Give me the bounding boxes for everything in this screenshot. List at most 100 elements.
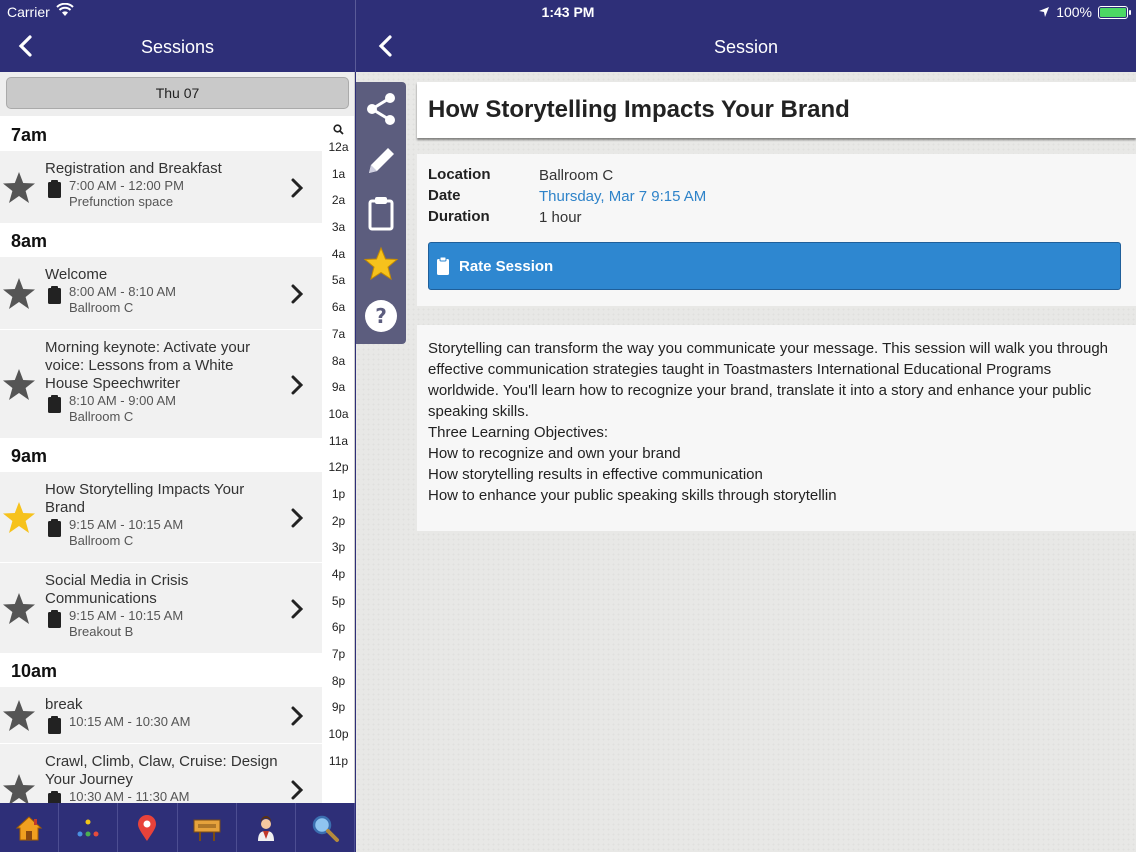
session-title: Social Media in Crisis Communications: [45, 572, 189, 607]
clock-label: 1:43 PM: [541, 4, 595, 20]
session-row[interactable]: break 10:15 AM - 10:30 AM: [0, 687, 322, 744]
star-icon[interactable]: [2, 592, 36, 626]
hour-index-item[interactable]: 4a: [322, 241, 354, 268]
hour-header: 8am: [0, 224, 322, 257]
help-icon[interactable]: ?: [363, 298, 399, 334]
session-row[interactable]: Welcome 8:00 AM - 8:10 AM Ballroom C: [0, 257, 322, 330]
date-value[interactable]: Thursday, Mar 7 9:15 AM: [539, 188, 706, 205]
duration-label: Duration: [428, 208, 490, 225]
session-time: 7:00 AM - 12:00 PM: [69, 178, 184, 193]
tab-events[interactable]: [178, 803, 237, 852]
session-title: break: [45, 696, 83, 713]
day-selector-button[interactable]: Thu 07: [6, 77, 349, 109]
hour-index-item[interactable]: 2p: [322, 508, 354, 535]
tab-search[interactable]: [296, 803, 356, 852]
chevron-right-icon: [291, 780, 304, 799]
session-title: Morning keynote: Activate your voice: Le…: [45, 339, 251, 392]
hour-index-item[interactable]: 5p: [322, 588, 354, 615]
hour-index-item[interactable]: 9a: [322, 374, 354, 401]
hour-index-item[interactable]: 5a: [322, 267, 354, 294]
hour-index-item[interactable]: 1a: [322, 161, 354, 188]
nav-divider: [355, 0, 356, 72]
session-time: 8:00 AM - 8:10 AM: [69, 284, 176, 299]
left-nav-title: Sessions: [140, 37, 215, 57]
star-icon[interactable]: [2, 368, 36, 402]
session-time: 8:10 AM - 9:00 AM: [69, 393, 176, 408]
session-title-card: How Storytelling Impacts Your Brand: [417, 82, 1136, 138]
session-info-card: Location Ballroom C Date Thursday, Mar 7…: [417, 154, 1136, 306]
share-icon[interactable]: [363, 91, 399, 127]
tab-dots[interactable]: [59, 803, 119, 852]
star-icon[interactable]: [2, 171, 36, 205]
hour-index-item[interactable]: 7p: [322, 641, 354, 668]
hour-index-item[interactable]: 6p: [322, 614, 354, 641]
clipboard-icon[interactable]: [363, 195, 399, 231]
chevron-right-icon: [291, 178, 304, 197]
hour-index-item[interactable]: 1p: [322, 481, 354, 508]
tab-people[interactable]: [237, 803, 296, 852]
action-toolbar: ?: [356, 82, 406, 344]
rate-session-button[interactable]: Rate Session: [428, 242, 1121, 290]
objective-item: How to enhance your public speaking skil…: [428, 487, 837, 504]
hour-index-item[interactable]: 3a: [322, 214, 354, 241]
location-value: Ballroom C: [539, 167, 614, 184]
session-row[interactable]: Crawl, Climb, Claw, Cruise: Design Your …: [0, 744, 322, 803]
hour-index-item[interactable]: 3p: [322, 534, 354, 561]
objective-item: How to recognize and own your brand: [428, 445, 681, 462]
left-back-button[interactable]: [14, 34, 38, 58]
hour-index-item[interactable]: 9p: [322, 694, 354, 721]
hour-index-item[interactable]: 2a: [322, 187, 354, 214]
chevron-right-icon: [291, 508, 304, 527]
hour-index-item[interactable]: 10p: [322, 721, 354, 748]
hour-index: 12a 1a 2a 3a 4a 5a 6a 7a 8a 9a 10a 11a 12p 1p 2p 3p 4p 5p…: [322, 118, 354, 775]
index-search-icon[interactable]: [322, 118, 354, 135]
star-icon[interactable]: [2, 773, 36, 804]
clipboard-icon: [48, 286, 61, 304]
hour-header: 9am: [0, 439, 322, 472]
hour-header: 7am: [0, 118, 322, 151]
clipboard-icon: [48, 395, 61, 413]
hour-index-item[interactable]: 11p: [322, 748, 354, 775]
star-icon[interactable]: [363, 246, 399, 282]
session-time: 9:15 AM - 10:15 AM: [69, 517, 184, 532]
hour-index-item[interactable]: 4p: [322, 561, 354, 588]
session-title: How Storytelling Impacts Your Brand: [45, 481, 245, 516]
description-paragraph: Storytelling can transform the way you c…: [428, 340, 1109, 420]
session-location: Ballroom C: [69, 409, 134, 424]
hour-index-item[interactable]: 7a: [322, 321, 354, 348]
home-icon: [15, 816, 43, 841]
event-sign-icon: [193, 819, 221, 841]
battery-percent: 100%: [1056, 4, 1092, 20]
star-icon[interactable]: [2, 699, 36, 733]
chevron-right-icon: [291, 375, 304, 394]
session-time: 9:15 AM - 10:15 AM: [69, 608, 184, 623]
hour-index-item[interactable]: 11a: [322, 428, 354, 455]
day-bar: Thu 07: [0, 72, 354, 116]
session-row[interactable]: Registration and Breakfast 7:00 AM - 12:0…: [0, 151, 322, 224]
session-row[interactable]: Social Media in Crisis Communications 9:1…: [0, 563, 322, 654]
star-icon[interactable]: [2, 277, 36, 311]
session-row[interactable]: How Storytelling Impacts Your Brand 9:15 …: [0, 472, 322, 563]
tab-map[interactable]: [118, 803, 178, 852]
hour-index-item[interactable]: 10a: [322, 401, 354, 428]
clipboard-icon: [48, 610, 61, 628]
location-arrow-icon: [1039, 7, 1050, 17]
session-detail-pane: ? How Storytelling Impacts Your Brand Lo…: [356, 72, 1136, 852]
star-icon[interactable]: [2, 501, 36, 535]
hour-index-item[interactable]: 8p: [322, 668, 354, 695]
session-location: Prefunction space: [69, 194, 174, 209]
tab-home[interactable]: [0, 803, 60, 852]
session-time: 10:30 AM - 11:30 AM: [69, 789, 190, 803]
hour-index-item[interactable]: 12a: [322, 134, 354, 161]
session-row[interactable]: Morning keynote: Activate your voice: Le…: [0, 330, 322, 439]
hour-index-item[interactable]: 12p: [322, 454, 354, 481]
session-list: 7am Registration and Breakfast 7:00 AM - 1…: [0, 118, 322, 803]
right-nav-title: Session: [713, 37, 779, 57]
session-title: How Storytelling Impacts Your Brand: [428, 96, 850, 123]
map-pin-icon: [138, 815, 157, 841]
hour-index-item[interactable]: 6a: [322, 294, 354, 321]
session-description-card: Storytelling can transform the way you c…: [417, 325, 1136, 531]
search-icon: [312, 815, 339, 842]
hour-index-item[interactable]: 8a: [322, 348, 354, 375]
pencil-icon[interactable]: [363, 143, 399, 179]
